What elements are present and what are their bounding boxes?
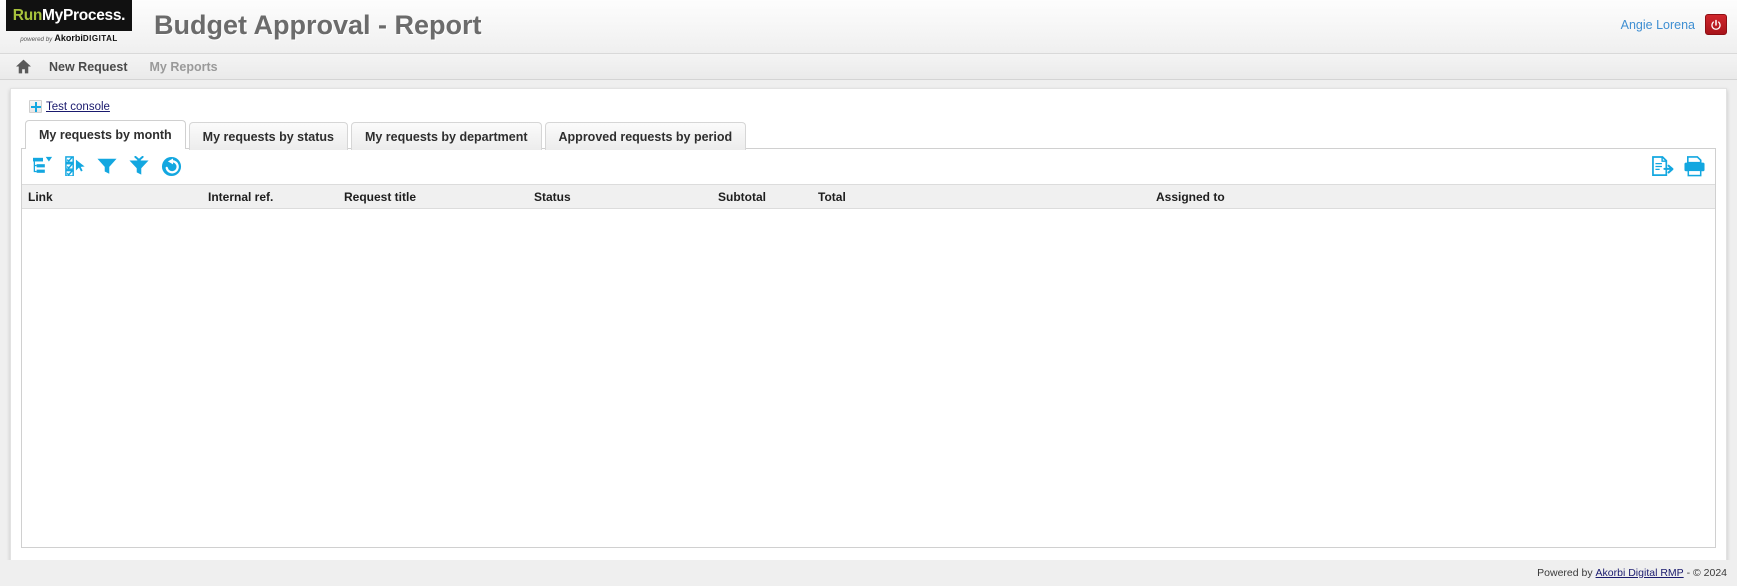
header-user-area: Angie Lorena: [1621, 0, 1737, 35]
group-by-glyph: [33, 156, 53, 173]
clear-filter-icon[interactable]: [126, 153, 152, 179]
refresh-glyph: [161, 156, 181, 176]
plus-icon[interactable]: [29, 100, 42, 113]
logo-word-myprocess: MyProcess.: [42, 6, 126, 24]
tab-panel-my-requests-by-month: Link Internal ref. Request title Status …: [21, 148, 1716, 548]
grid-body: [22, 209, 1715, 547]
grid-toolbar-left: [30, 153, 184, 179]
content-card: Test console My requests by month My req…: [10, 88, 1727, 570]
tab-my-requests-by-department[interactable]: My requests by department: [350, 122, 542, 150]
footer-copyright-text: - © 2024: [1683, 567, 1727, 579]
footer-akorbi-link[interactable]: Akorbi Digital RMP: [1596, 567, 1684, 579]
grid-column-assigned-to[interactable]: Assigned to: [1150, 190, 1710, 204]
logo-word-run: Run: [12, 6, 43, 24]
select-columns-glyph: [65, 156, 85, 176]
user-name-link[interactable]: Angie Lorena: [1621, 18, 1695, 32]
page-title: Budget Approval - Report: [154, 10, 482, 40]
logo-powered-by: powered by: [20, 36, 53, 43]
grid-column-total[interactable]: Total: [812, 190, 1150, 204]
report-tabs: My requests by month My requests by stat…: [21, 120, 1716, 150]
main-navigation: New Request My Reports: [0, 54, 1737, 80]
export-document-glyph: [1651, 155, 1673, 176]
nav-item-new-request[interactable]: New Request: [38, 60, 139, 74]
logo-wordmark: RunMyProcess.: [12, 6, 126, 25]
filter-icon[interactable]: [94, 153, 120, 179]
power-icon: [1711, 19, 1721, 30]
group-by-icon[interactable]: [30, 153, 56, 179]
test-console-row: Test console: [21, 97, 1716, 120]
nav-item-my-reports[interactable]: My Reports: [139, 60, 229, 74]
footer-powered-by-text: Powered by: [1537, 567, 1596, 579]
app-footer: Powered by Akorbi Digital RMP - © 2024: [0, 560, 1737, 586]
filter-funnel-glyph: [97, 158, 117, 174]
print-icon[interactable]: [1681, 153, 1707, 179]
content-area: Test console My requests by month My req…: [0, 80, 1737, 586]
grid-column-link[interactable]: Link: [22, 190, 202, 204]
clear-filter-glyph: [129, 156, 149, 175]
grid-column-subtotal[interactable]: Subtotal: [712, 190, 812, 204]
logo-tagline: powered by AkorbiDIGITAL: [6, 33, 132, 43]
logo-brand-digital: DIGITAL: [82, 34, 118, 43]
grid-column-internal-ref[interactable]: Internal ref.: [202, 190, 338, 204]
app-header: RunMyProcess. powered by AkorbiDIGITAL B…: [0, 0, 1737, 54]
tab-approved-requests-by-period[interactable]: Approved requests by period: [544, 122, 747, 150]
grid-toolbar-right: [1649, 153, 1707, 179]
brand-logo[interactable]: RunMyProcess. powered by AkorbiDIGITAL: [0, 0, 138, 43]
logo-badge: RunMyProcess.: [6, 0, 132, 31]
application-window: RunMyProcess. powered by AkorbiDIGITAL B…: [0, 0, 1737, 586]
home-icon: [15, 59, 31, 74]
tab-my-requests-by-status[interactable]: My requests by status: [188, 122, 348, 150]
logout-button[interactable]: [1705, 14, 1727, 35]
logo-brand-akorbi: Akorbi: [54, 33, 83, 43]
export-icon[interactable]: [1649, 153, 1675, 179]
grid-column-request-title[interactable]: Request title: [338, 190, 528, 204]
grid-column-status[interactable]: Status: [528, 190, 712, 204]
test-console-link[interactable]: Test console: [46, 101, 110, 113]
plus-glyph: [30, 101, 41, 112]
grid-toolbar: [22, 149, 1715, 184]
select-columns-icon[interactable]: [62, 153, 88, 179]
refresh-icon[interactable]: [158, 153, 184, 179]
grid-column-headers: Link Internal ref. Request title Status …: [22, 184, 1715, 209]
nav-home-button[interactable]: [8, 59, 38, 74]
printer-glyph: [1683, 155, 1705, 176]
tab-my-requests-by-month[interactable]: My requests by month: [25, 120, 186, 149]
